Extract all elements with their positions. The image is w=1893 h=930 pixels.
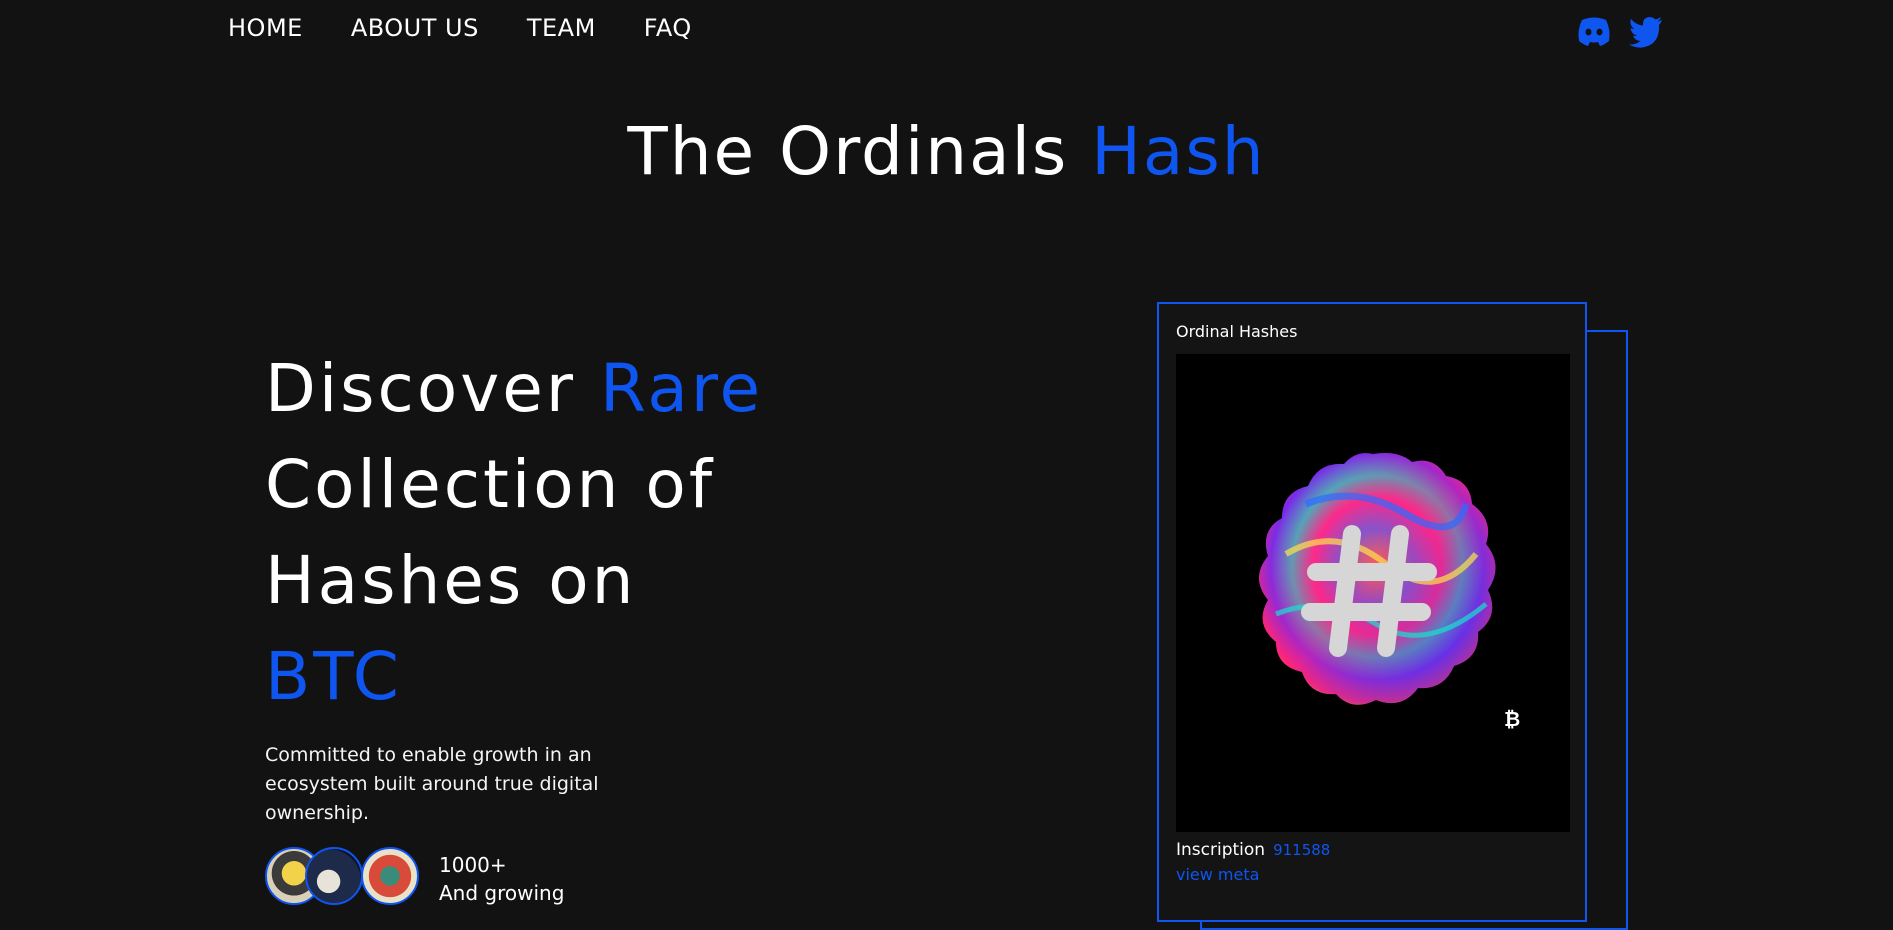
hero-subtitle: Committed to enable growth in an ecosyst… xyxy=(265,744,599,824)
hero-line2: Collection of xyxy=(265,446,716,523)
community-count: 1000+ xyxy=(439,853,507,877)
view-meta-link[interactable]: view meta xyxy=(1176,865,1259,884)
hero-line1-accent: Rare xyxy=(600,350,764,427)
social-links xyxy=(1576,14,1664,48)
discord-icon[interactable] xyxy=(1576,14,1612,48)
nav-team[interactable]: TEAM xyxy=(527,14,596,42)
nav-about-us[interactable]: ABOUT US xyxy=(351,14,479,42)
inscription-number[interactable]: 911588 xyxy=(1273,841,1330,859)
community-section: 1000+ And growing xyxy=(265,847,564,907)
community-stats: 1000+ And growing xyxy=(439,851,564,907)
nft-artwork: ₿ xyxy=(1176,354,1570,832)
card-title: Ordinal Hashes xyxy=(1176,322,1298,341)
inscription-row: Inscription 911588 xyxy=(1176,840,1330,860)
inscription-label: Inscription xyxy=(1176,840,1266,860)
hero-line4-accent: BTC xyxy=(265,638,402,715)
hero-line3: Hashes on xyxy=(265,542,637,619)
site-title-accent: Hash xyxy=(1091,113,1266,190)
nav-home[interactable]: HOME xyxy=(228,14,303,42)
nav-faq[interactable]: FAQ xyxy=(644,14,692,42)
twitter-icon[interactable] xyxy=(1628,14,1664,48)
nft-card[interactable]: Ordinal Hashes ₿ Inscription 911588 view… xyxy=(1157,302,1587,922)
hero-heading: Discover Rare Collection of Hashes on BT… xyxy=(265,341,825,725)
community-label: And growing xyxy=(439,881,565,905)
site-title: The Ordinals Hash xyxy=(627,113,1266,190)
avatar-group xyxy=(265,847,425,907)
main-nav: HOME ABOUT US TEAM FAQ xyxy=(228,14,692,42)
avatar xyxy=(361,847,419,905)
bitcoin-badge-icon: ₿ xyxy=(1504,707,1520,731)
avatar xyxy=(305,847,363,905)
hero-line1-text: Discover xyxy=(265,350,600,427)
